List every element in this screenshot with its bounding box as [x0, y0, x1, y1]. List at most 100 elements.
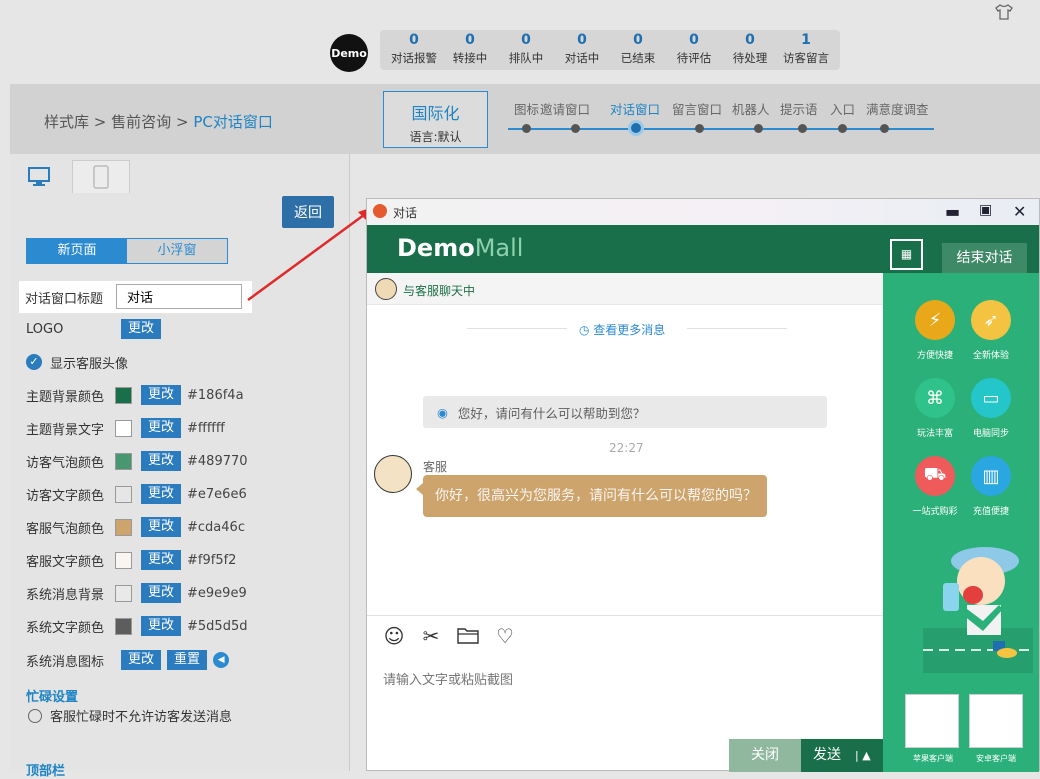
desktop-icon[interactable] [28, 167, 50, 187]
color-label: 客服文字颜色 [26, 554, 105, 570]
close-icon[interactable]: ✕ [1013, 202, 1026, 221]
color-change-button[interactable]: 更改 [141, 484, 182, 504]
sys-icon-reset-button[interactable]: 重置 [167, 650, 208, 670]
feature-item[interactable]: ⛟ 一站式购彩 [905, 456, 965, 517]
send-button[interactable]: 发送 | ▲ [801, 739, 883, 772]
color-swatch[interactable] [115, 419, 132, 437]
step-dot-2[interactable] [628, 120, 644, 136]
stat-7[interactable]: 1 访客留言 [778, 30, 834, 70]
sys-icon-row: 系统消息图标 更改 重置 ◀ [26, 649, 230, 671]
color-change-button[interactable]: 更改 [141, 385, 182, 405]
heart-icon[interactable]: ♡ [494, 625, 516, 647]
qrcode-icon[interactable]: ▦ [890, 239, 923, 270]
mobile-tab[interactable] [72, 160, 130, 193]
color-change-button[interactable]: 更改 [141, 451, 182, 471]
stat-count: 0 [633, 32, 643, 48]
color-swatch[interactable] [115, 584, 132, 602]
stat-count: 0 [689, 32, 699, 48]
intl-button[interactable]: 国际化 语言:默认 [383, 91, 488, 148]
color-change-button[interactable]: 更改 [141, 616, 182, 636]
color-row: 访客文字颜色 更改 #e7e6e6 [26, 483, 247, 505]
step-progress: 图标 邀请窗口 对话窗口 留言窗口 机器人 提示语 入口 满意度调查 [508, 99, 938, 139]
stat-6[interactable]: 0 待处理 [722, 30, 778, 70]
step-dot-6[interactable] [838, 124, 847, 133]
step-dot-3[interactable] [695, 124, 704, 133]
lightning-icon: ⚡ [915, 300, 955, 340]
step-label-3[interactable]: 留言窗口 [672, 99, 722, 118]
color-change-button[interactable]: 更改 [141, 517, 182, 537]
stat-5[interactable]: 0 待评估 [666, 30, 722, 70]
step-dot-7[interactable] [880, 124, 889, 133]
chat-status: 与客服聊天中 [403, 284, 476, 298]
maximize-icon[interactable]: ▣ [979, 202, 992, 218]
color-swatch[interactable] [115, 485, 132, 503]
close-button[interactable]: 关闭 [729, 739, 801, 772]
color-hex: #5d5d5d [187, 618, 248, 634]
step-label-5[interactable]: 提示语 [780, 99, 818, 118]
app-icon [373, 204, 387, 218]
scissors-icon[interactable]: ✂ [420, 625, 442, 647]
agent-name: 客服 [423, 460, 448, 474]
view-more-link[interactable]: ◷ 查看更多消息 [579, 321, 665, 338]
folder-icon[interactable] [457, 625, 479, 647]
breadcrumb-style-lib[interactable]: 样式库 [44, 113, 89, 131]
busy-option[interactable]: 客服忙碌时不允许访客发送消息 [28, 706, 232, 725]
mascot-illustration [923, 547, 1033, 673]
color-row: 主题背景文字 更改 #ffffff [26, 417, 225, 439]
window-titlebar: 对话 ▬ ▣ ✕ [367, 199, 1039, 225]
step-dot-1[interactable] [571, 124, 580, 133]
logo-change-button[interactable]: 更改 [121, 319, 162, 339]
emoji-icon[interactable]: ☺ [383, 625, 405, 647]
step-label-0[interactable]: 图标 [514, 99, 539, 118]
skin-icon[interactable] [994, 4, 1014, 20]
breadcrumb-presales[interactable]: 售前咨询 [111, 113, 171, 131]
color-row: 客服文字颜色 更改 #f9f5f2 [26, 549, 236, 571]
intl-lang: 语言:默认 [409, 130, 462, 144]
message-time: 22:27 [609, 441, 644, 455]
step-label-4[interactable]: 机器人 [732, 99, 770, 118]
color-swatch[interactable] [115, 551, 132, 569]
sys-icon-change-button[interactable]: 更改 [121, 650, 162, 670]
color-swatch[interactable] [115, 617, 132, 635]
window-title-input[interactable] [116, 284, 242, 309]
end-chat-button[interactable]: 结束对话 [942, 243, 1027, 273]
stat-label: 对话中 [564, 51, 600, 65]
stat-4[interactable]: 0 已结束 [610, 30, 666, 70]
color-label: 访客文字颜色 [26, 488, 105, 504]
stat-0[interactable]: 0 对话报警 [386, 30, 442, 70]
step-label-2[interactable]: 对话窗口 [610, 99, 660, 118]
stat-2[interactable]: 0 排队中 [498, 30, 554, 70]
step-dot-0[interactable] [522, 124, 531, 133]
step-label-6[interactable]: 入口 [830, 99, 855, 118]
color-row: 主题背景颜色 更改 #186f4a [26, 384, 244, 406]
speaker-icon: ◀ [213, 652, 230, 668]
checkbox-checked-icon[interactable]: ✓ [26, 354, 42, 370]
color-swatch[interactable] [115, 452, 132, 470]
window-title-setting: 对话窗口标题 [19, 281, 252, 313]
minimize-icon[interactable]: ▬ [945, 202, 960, 221]
step-label-7[interactable]: 满意度调查 [866, 99, 929, 118]
rocket-icon: ➶ [971, 300, 1011, 340]
color-change-button[interactable]: 更改 [141, 550, 182, 570]
message-input[interactable] [383, 665, 863, 695]
color-swatch[interactable] [115, 386, 132, 404]
feature-item[interactable]: ▥ 充值便捷 [961, 456, 1021, 517]
step-label-1[interactable]: 邀请窗口 [540, 99, 590, 118]
feature-item[interactable]: ➶ 全新体验 [961, 300, 1021, 361]
stat-3[interactable]: 0 对话中 [554, 30, 610, 70]
stat-1[interactable]: 0 转接中 [442, 30, 498, 70]
color-swatch[interactable] [115, 518, 132, 536]
color-change-button[interactable]: 更改 [141, 583, 182, 603]
new-page-tab[interactable]: 新页面 [27, 239, 127, 263]
feature-item[interactable]: ⚡ 方便快捷 [905, 300, 965, 361]
color-change-button[interactable]: 更改 [141, 418, 182, 438]
feature-item[interactable]: ▭ 电脑同步 [961, 378, 1021, 439]
feature-item[interactable]: ⌘ 玩法丰富 [905, 378, 965, 439]
system-message: ◉ 您好，请问有什么可以帮助到您？ [423, 396, 827, 428]
float-window-tab[interactable]: 小浮窗 [127, 239, 227, 263]
busy-radio[interactable] [28, 708, 42, 723]
step-dot-4[interactable] [754, 124, 763, 133]
demo-logo[interactable]: Demo [330, 34, 368, 72]
step-dot-5[interactable] [798, 124, 807, 133]
intl-title: 国际化 [411, 104, 460, 123]
